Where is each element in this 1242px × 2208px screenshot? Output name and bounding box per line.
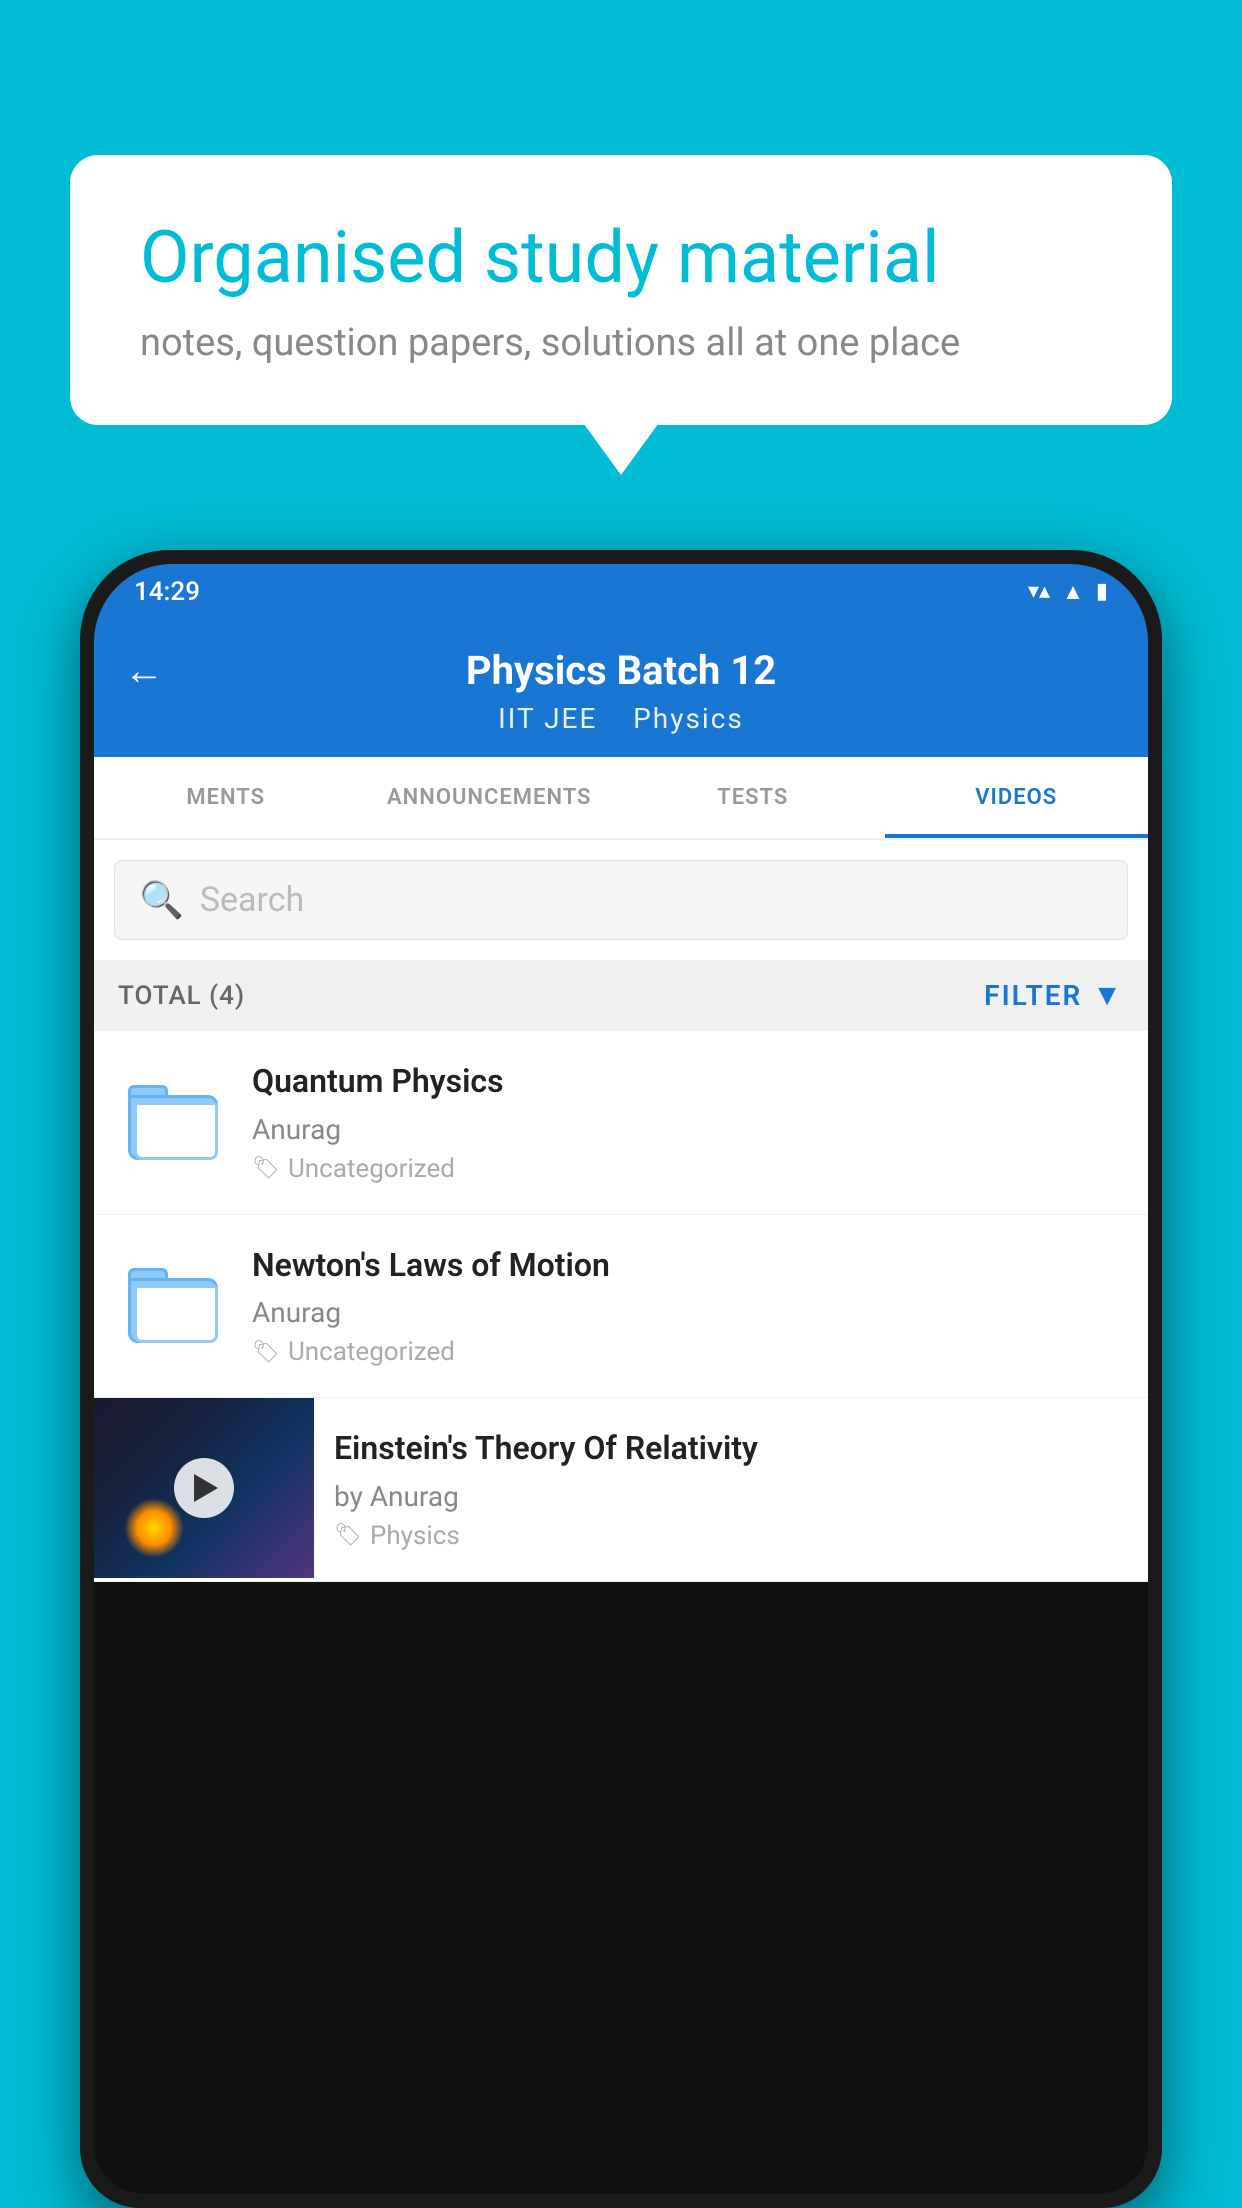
tag-icon: 🏷 [334,1523,362,1548]
filter-button[interactable]: FILTER ▼ [984,978,1124,1013]
video-thumbnail-2 [118,1268,228,1343]
status-icons: ▾▴ ▲ ▮ [1028,579,1108,605]
list-item[interactable]: Newton's Laws of Motion Anurag 🏷 Uncateg… [94,1215,1148,1399]
subtitle-iit: IIT JEE [498,702,597,735]
video-title: Newton's Laws of Motion [252,1245,1124,1287]
video-author: Anurag [252,1113,1124,1146]
tab-videos[interactable]: VIDEOS [885,757,1149,838]
video-title: Einstein's Theory Of Relativity [334,1428,1128,1470]
subtitle-physics: Physics [633,702,744,735]
tag-label: Uncategorized [288,1337,455,1367]
video-info-3: Einstein's Theory Of Relativity by Anura… [314,1398,1148,1581]
search-placeholder: Search [200,880,304,920]
wifi-icon: ▾▴ [1028,579,1050,604]
video-thumbnail-1 [118,1085,228,1160]
tab-announcements[interactable]: ANNOUNCEMENTS [358,757,622,838]
status-bar: 14:29 ▾▴ ▲ ▮ [94,564,1148,619]
bubble-subtitle: notes, question papers, solutions all at… [140,321,1102,365]
video-tag: 🏷 Uncategorized [252,1337,1124,1367]
app-bar-top: ← Physics Batch 12 [124,647,1118,694]
tag-label: Uncategorized [288,1154,455,1184]
video-info-1: Quantum Physics Anurag 🏷 Uncategorized [252,1061,1124,1184]
app-bar-title: Physics Batch 12 [184,647,1058,694]
video-title: Quantum Physics [252,1061,1124,1103]
app-bar-subtitle: IIT JEE Physics [124,702,1118,735]
tabs-bar: MENTS ANNOUNCEMENTS TESTS VIDEOS [94,757,1148,840]
video-tag: 🏷 Physics [334,1521,1128,1551]
phone-inner: 14:29 ▾▴ ▲ ▮ ← Physics Batch 12 IIT JEE … [94,564,1148,2194]
status-time: 14:29 [134,577,200,607]
app-bar: ← Physics Batch 12 IIT JEE Physics [94,619,1148,757]
back-button[interactable]: ← [124,647,164,694]
video-author: by Anurag [334,1480,1128,1513]
search-bar[interactable]: 🔍 Search [114,860,1128,940]
filter-label: FILTER [984,979,1082,1012]
screen-content: 🔍 Search TOTAL (4) FILTER ▼ [94,840,1148,1582]
folder-icon [128,1085,218,1160]
play-button[interactable] [174,1458,234,1518]
glow-effect [124,1498,184,1558]
battery-icon: ▮ [1096,579,1108,604]
video-tag: 🏷 Uncategorized [252,1154,1124,1184]
video-thumbnail-3 [94,1398,314,1578]
video-info-2: Newton's Laws of Motion Anurag 🏷 Uncateg… [252,1245,1124,1368]
list-item[interactable]: Quantum Physics Anurag 🏷 Uncategorized [94,1031,1148,1215]
folder-icon [128,1268,218,1343]
signal-icon: ▲ [1062,579,1084,605]
tag-icon: 🏷 [252,1340,280,1365]
tag-label: Physics [370,1521,460,1551]
video-list: Quantum Physics Anurag 🏷 Uncategorized [94,1031,1148,1582]
tab-documents[interactable]: MENTS [94,757,358,838]
speech-bubble-container: Organised study material notes, question… [70,155,1172,425]
tag-icon: 🏷 [252,1156,280,1181]
tab-tests[interactable]: TESTS [621,757,885,838]
filter-row: TOTAL (4) FILTER ▼ [94,960,1148,1031]
speech-bubble: Organised study material notes, question… [70,155,1172,425]
search-icon: 🔍 [139,879,184,921]
bubble-title: Organised study material [140,215,1102,301]
filter-icon: ▼ [1092,978,1124,1013]
play-triangle-icon [194,1474,218,1502]
phone-frame: 14:29 ▾▴ ▲ ▮ ← Physics Batch 12 IIT JEE … [80,550,1162,2208]
list-item[interactable]: Einstein's Theory Of Relativity by Anura… [94,1398,1148,1582]
video-author: Anurag [252,1296,1124,1329]
total-count: TOTAL (4) [118,981,245,1011]
